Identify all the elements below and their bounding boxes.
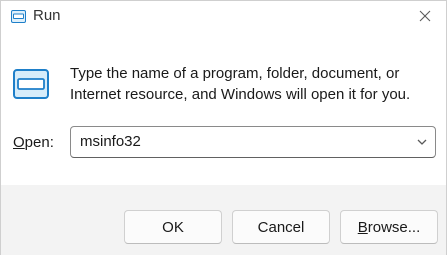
open-label: Open: [13, 134, 54, 151]
run-program-icon [13, 69, 49, 99]
chevron-down-icon[interactable] [415, 135, 429, 149]
open-label-accel: O [13, 134, 25, 151]
close-icon [419, 10, 431, 22]
ok-button-label: OK [162, 218, 184, 236]
browse-button-label: Browse... [358, 219, 421, 236]
instruction-line-1: Type the name of a program, folder, docu… [70, 65, 400, 82]
open-label-rest: pen: [24, 134, 54, 151]
title-bar[interactable]: Run [1, 1, 446, 33]
ok-button[interactable]: OK [124, 210, 222, 244]
cancel-button[interactable]: Cancel [232, 210, 330, 244]
browse-button[interactable]: Browse... [340, 210, 438, 244]
instruction-text: Type the name of a program, folder, docu… [70, 63, 430, 105]
open-combobox[interactable]: msinfo32 [70, 126, 436, 158]
open-input[interactable]: msinfo32 [80, 133, 141, 150]
browse-accel: B [357, 218, 368, 236]
window-title: Run [33, 7, 61, 24]
browse-rest: rowse... [367, 218, 421, 236]
button-bar: OK Cancel Browse... [1, 185, 446, 255]
run-icon [11, 10, 26, 23]
close-button[interactable] [412, 5, 438, 27]
instruction-line-2: Internet resource, and Windows will open… [70, 86, 411, 103]
dialog-content: Type the name of a program, folder, docu… [1, 33, 446, 185]
cancel-button-label: Cancel [257, 218, 305, 236]
run-dialog: Run Type the name of a program, folder, … [0, 0, 447, 255]
